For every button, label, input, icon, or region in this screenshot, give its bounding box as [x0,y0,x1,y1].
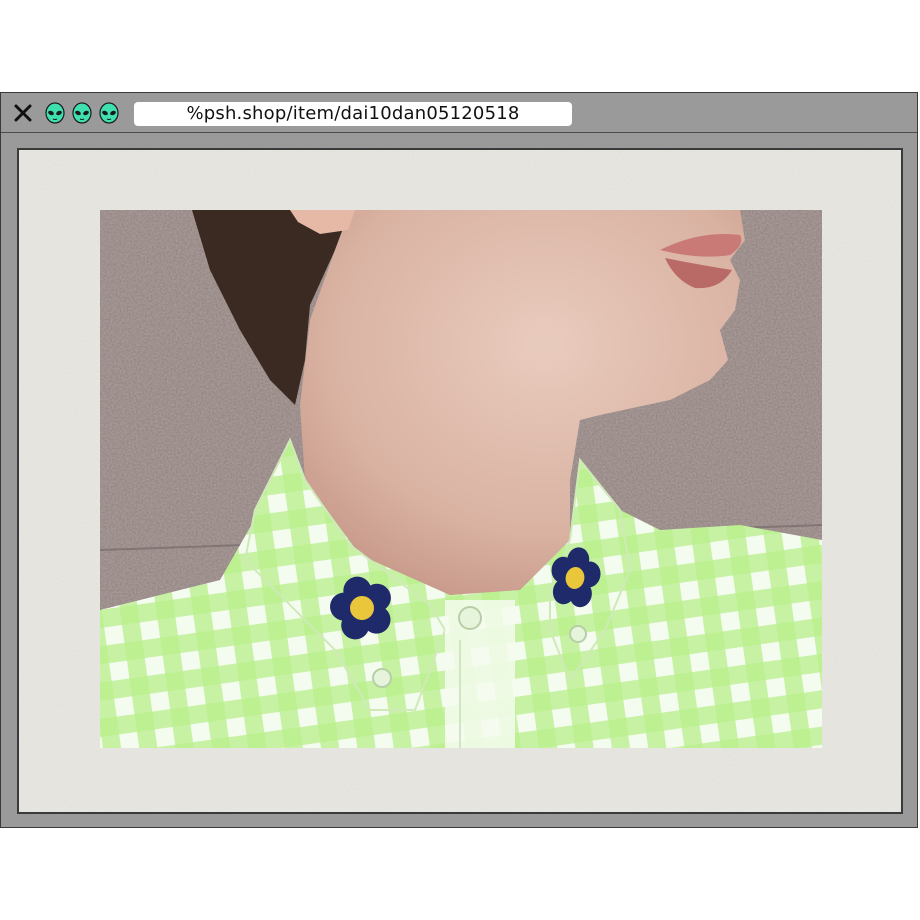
close-icon[interactable] [13,103,33,123]
alien-icon[interactable] [99,102,119,124]
browser-window: %psh.shop/item/dai10dan05120518 [0,92,918,828]
alien-icon[interactable] [72,102,92,124]
page-viewport [17,148,903,814]
alien-icon[interactable] [45,102,65,124]
address-bar[interactable]: %psh.shop/item/dai10dan05120518 [134,102,572,126]
product-photo [100,210,822,748]
title-bar: %psh.shop/item/dai10dan05120518 [1,93,917,133]
